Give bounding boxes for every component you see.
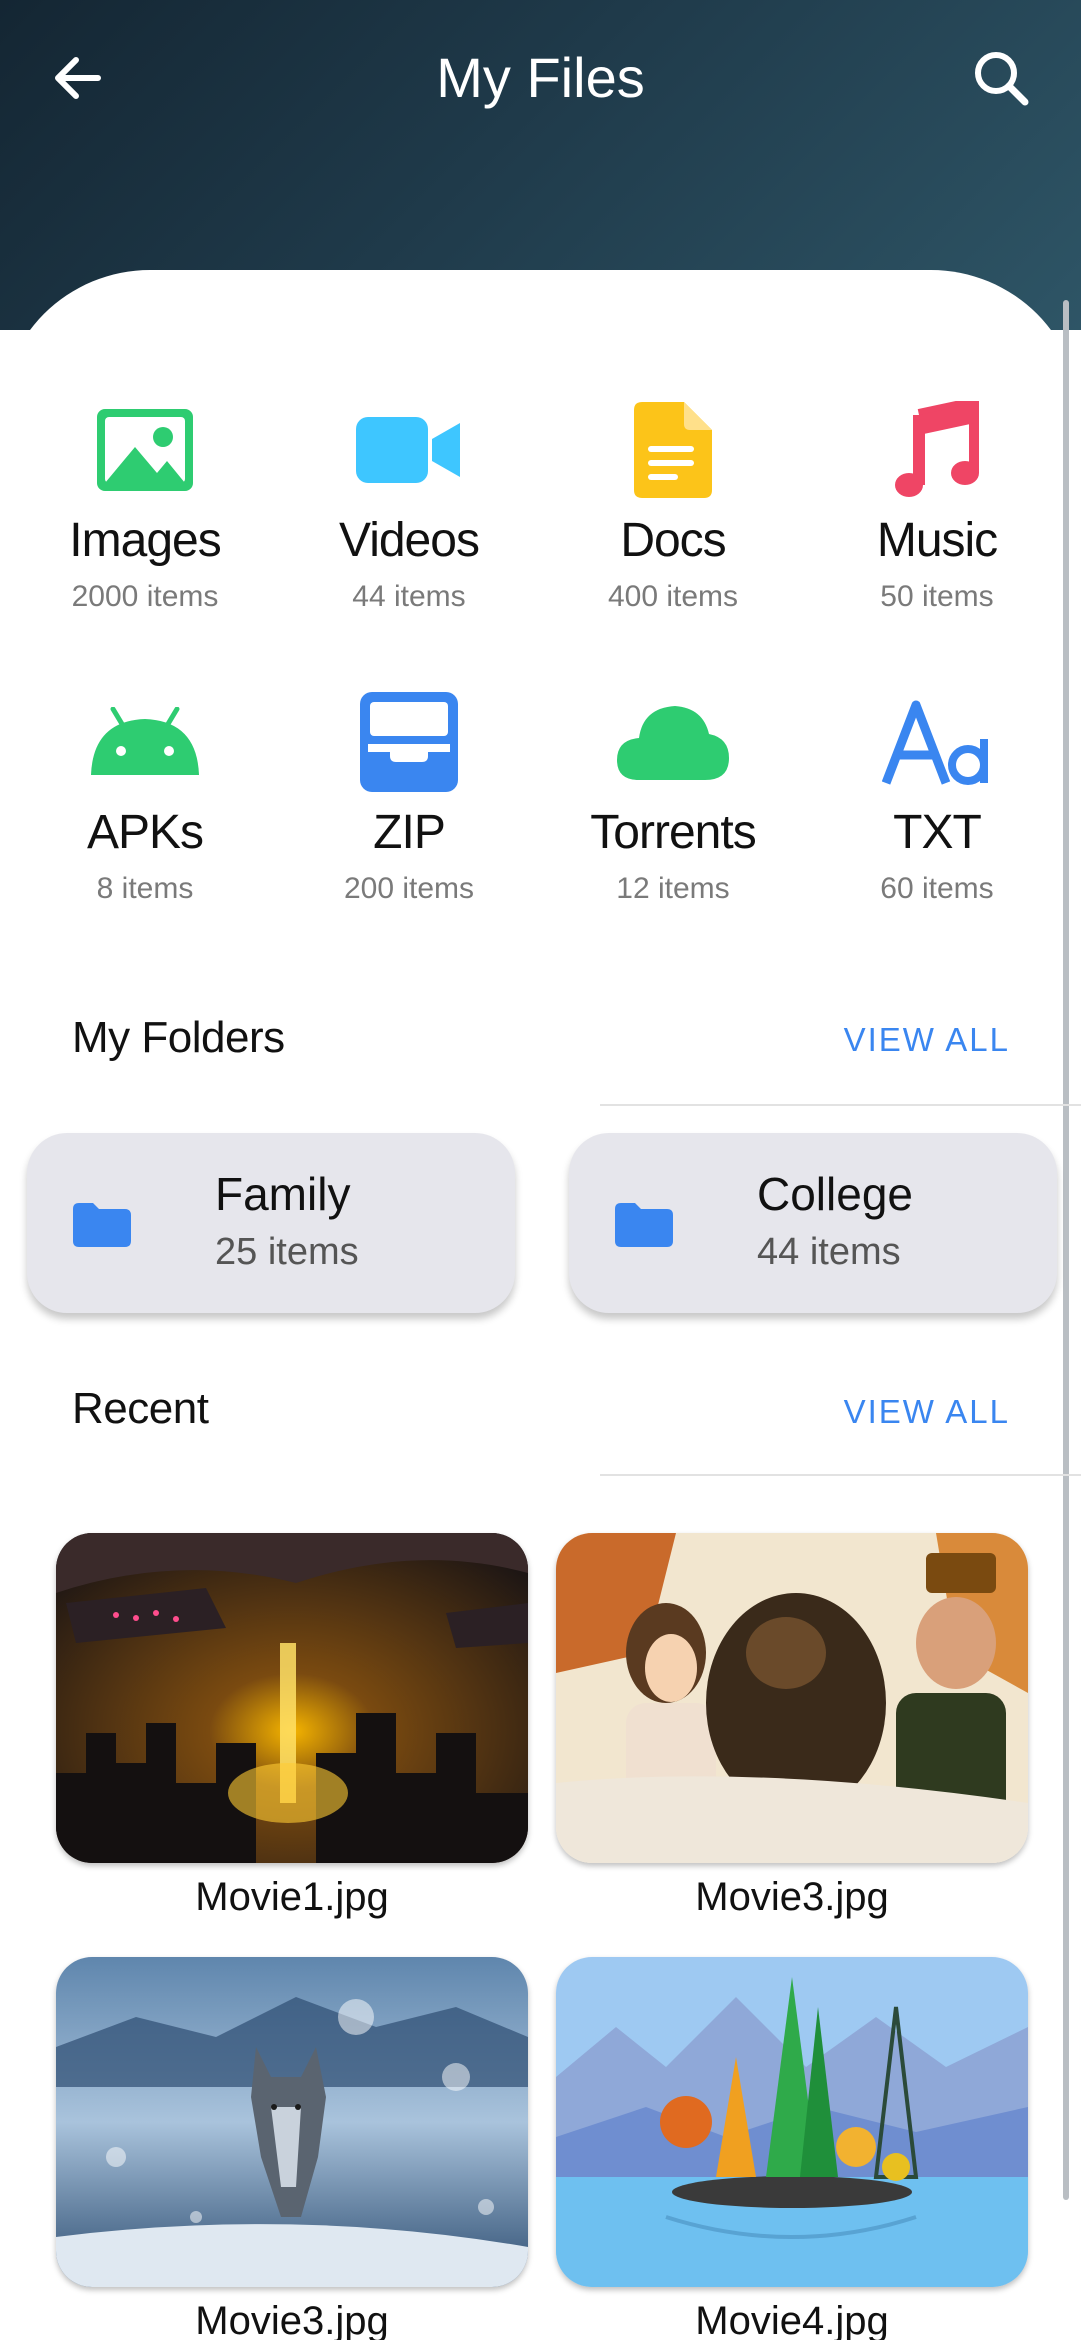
folder-icon: [615, 1203, 673, 1247]
recent-file-card[interactable]: Movie3.jpg: [56, 1957, 528, 2340]
file-name: Movie1.jpg: [195, 1875, 389, 1919]
category-label: ZIP: [373, 806, 446, 859]
folder-card-college[interactable]: College 44 items: [569, 1133, 1057, 1313]
text-font-icon: [877, 687, 997, 797]
archive-tray-icon: [349, 687, 469, 797]
category-videos[interactable]: Videos 44 items: [277, 395, 541, 647]
folder-count: 44 items: [757, 1231, 901, 1273]
folder-name: Family: [215, 1168, 351, 1220]
category-count: 400 items: [607, 580, 739, 613]
cloud-icon: [613, 687, 733, 797]
folders-view-all-link[interactable]: VIEW ALL: [844, 1021, 1010, 1059]
category-count: 200 items: [343, 872, 475, 905]
divider: [600, 1474, 1081, 1476]
category-txt[interactable]: TXT 60 items: [805, 687, 1069, 939]
search-button[interactable]: [961, 38, 1041, 118]
category-label: TXT: [893, 806, 982, 859]
file-thumbnail: [56, 1957, 528, 2287]
category-label: Docs: [620, 514, 726, 567]
folder-count: 25 items: [215, 1231, 359, 1273]
android-icon: [85, 687, 205, 797]
folder-icon: [73, 1203, 131, 1247]
image-icon: [85, 395, 205, 505]
category-count: 8 items: [96, 872, 194, 905]
file-thumbnail: [556, 1533, 1028, 1863]
music-note-icon: [877, 395, 997, 505]
category-torrents[interactable]: Torrents 12 items: [541, 687, 805, 939]
category-count: 44 items: [352, 580, 466, 613]
document-icon: [613, 395, 733, 505]
file-name: Movie3.jpg: [695, 1875, 889, 1919]
recent-file-card[interactable]: Movie3.jpg: [556, 1533, 1028, 1920]
category-count: 12 items: [616, 872, 730, 905]
recent-file-card[interactable]: Movie4.jpg: [556, 1957, 1028, 2340]
search-icon: [975, 52, 1029, 106]
category-docs[interactable]: Docs 400 items: [541, 395, 805, 647]
recent-view-all-link[interactable]: VIEW ALL: [844, 1393, 1010, 1431]
folder-name: College: [757, 1168, 913, 1220]
category-count: 50 items: [880, 580, 994, 613]
file-name: Movie3.jpg: [195, 2299, 389, 2340]
video-camera-icon: [349, 395, 469, 505]
folder-card-family[interactable]: Family 25 items: [27, 1133, 515, 1313]
category-count: 60 items: [880, 872, 994, 905]
category-grid: Images 2000 items Videos 44 items Docs 4…: [13, 395, 1069, 939]
category-count: 2000 items: [71, 580, 219, 613]
file-thumbnail: [56, 1533, 528, 1863]
category-label: Videos: [339, 514, 480, 567]
folders-section-title: My Folders: [72, 1013, 285, 1062]
category-label: Torrents: [590, 806, 756, 859]
category-music[interactable]: Music 50 items: [805, 395, 1069, 647]
recent-section-title: Recent: [72, 1384, 209, 1433]
category-images[interactable]: Images 2000 items: [13, 395, 277, 647]
category-label: Images: [69, 514, 221, 567]
category-label: Music: [876, 514, 998, 567]
file-thumbnail: [556, 1957, 1028, 2287]
recent-file-card[interactable]: Movie1.jpg: [56, 1533, 528, 1920]
divider: [600, 1104, 1081, 1106]
category-zip[interactable]: ZIP 200 items: [277, 687, 541, 939]
category-label: APKs: [86, 806, 204, 859]
page-title: My Files: [436, 46, 645, 109]
file-name: Movie4.jpg: [695, 2299, 889, 2340]
category-apks[interactable]: APKs 8 items: [13, 687, 277, 939]
